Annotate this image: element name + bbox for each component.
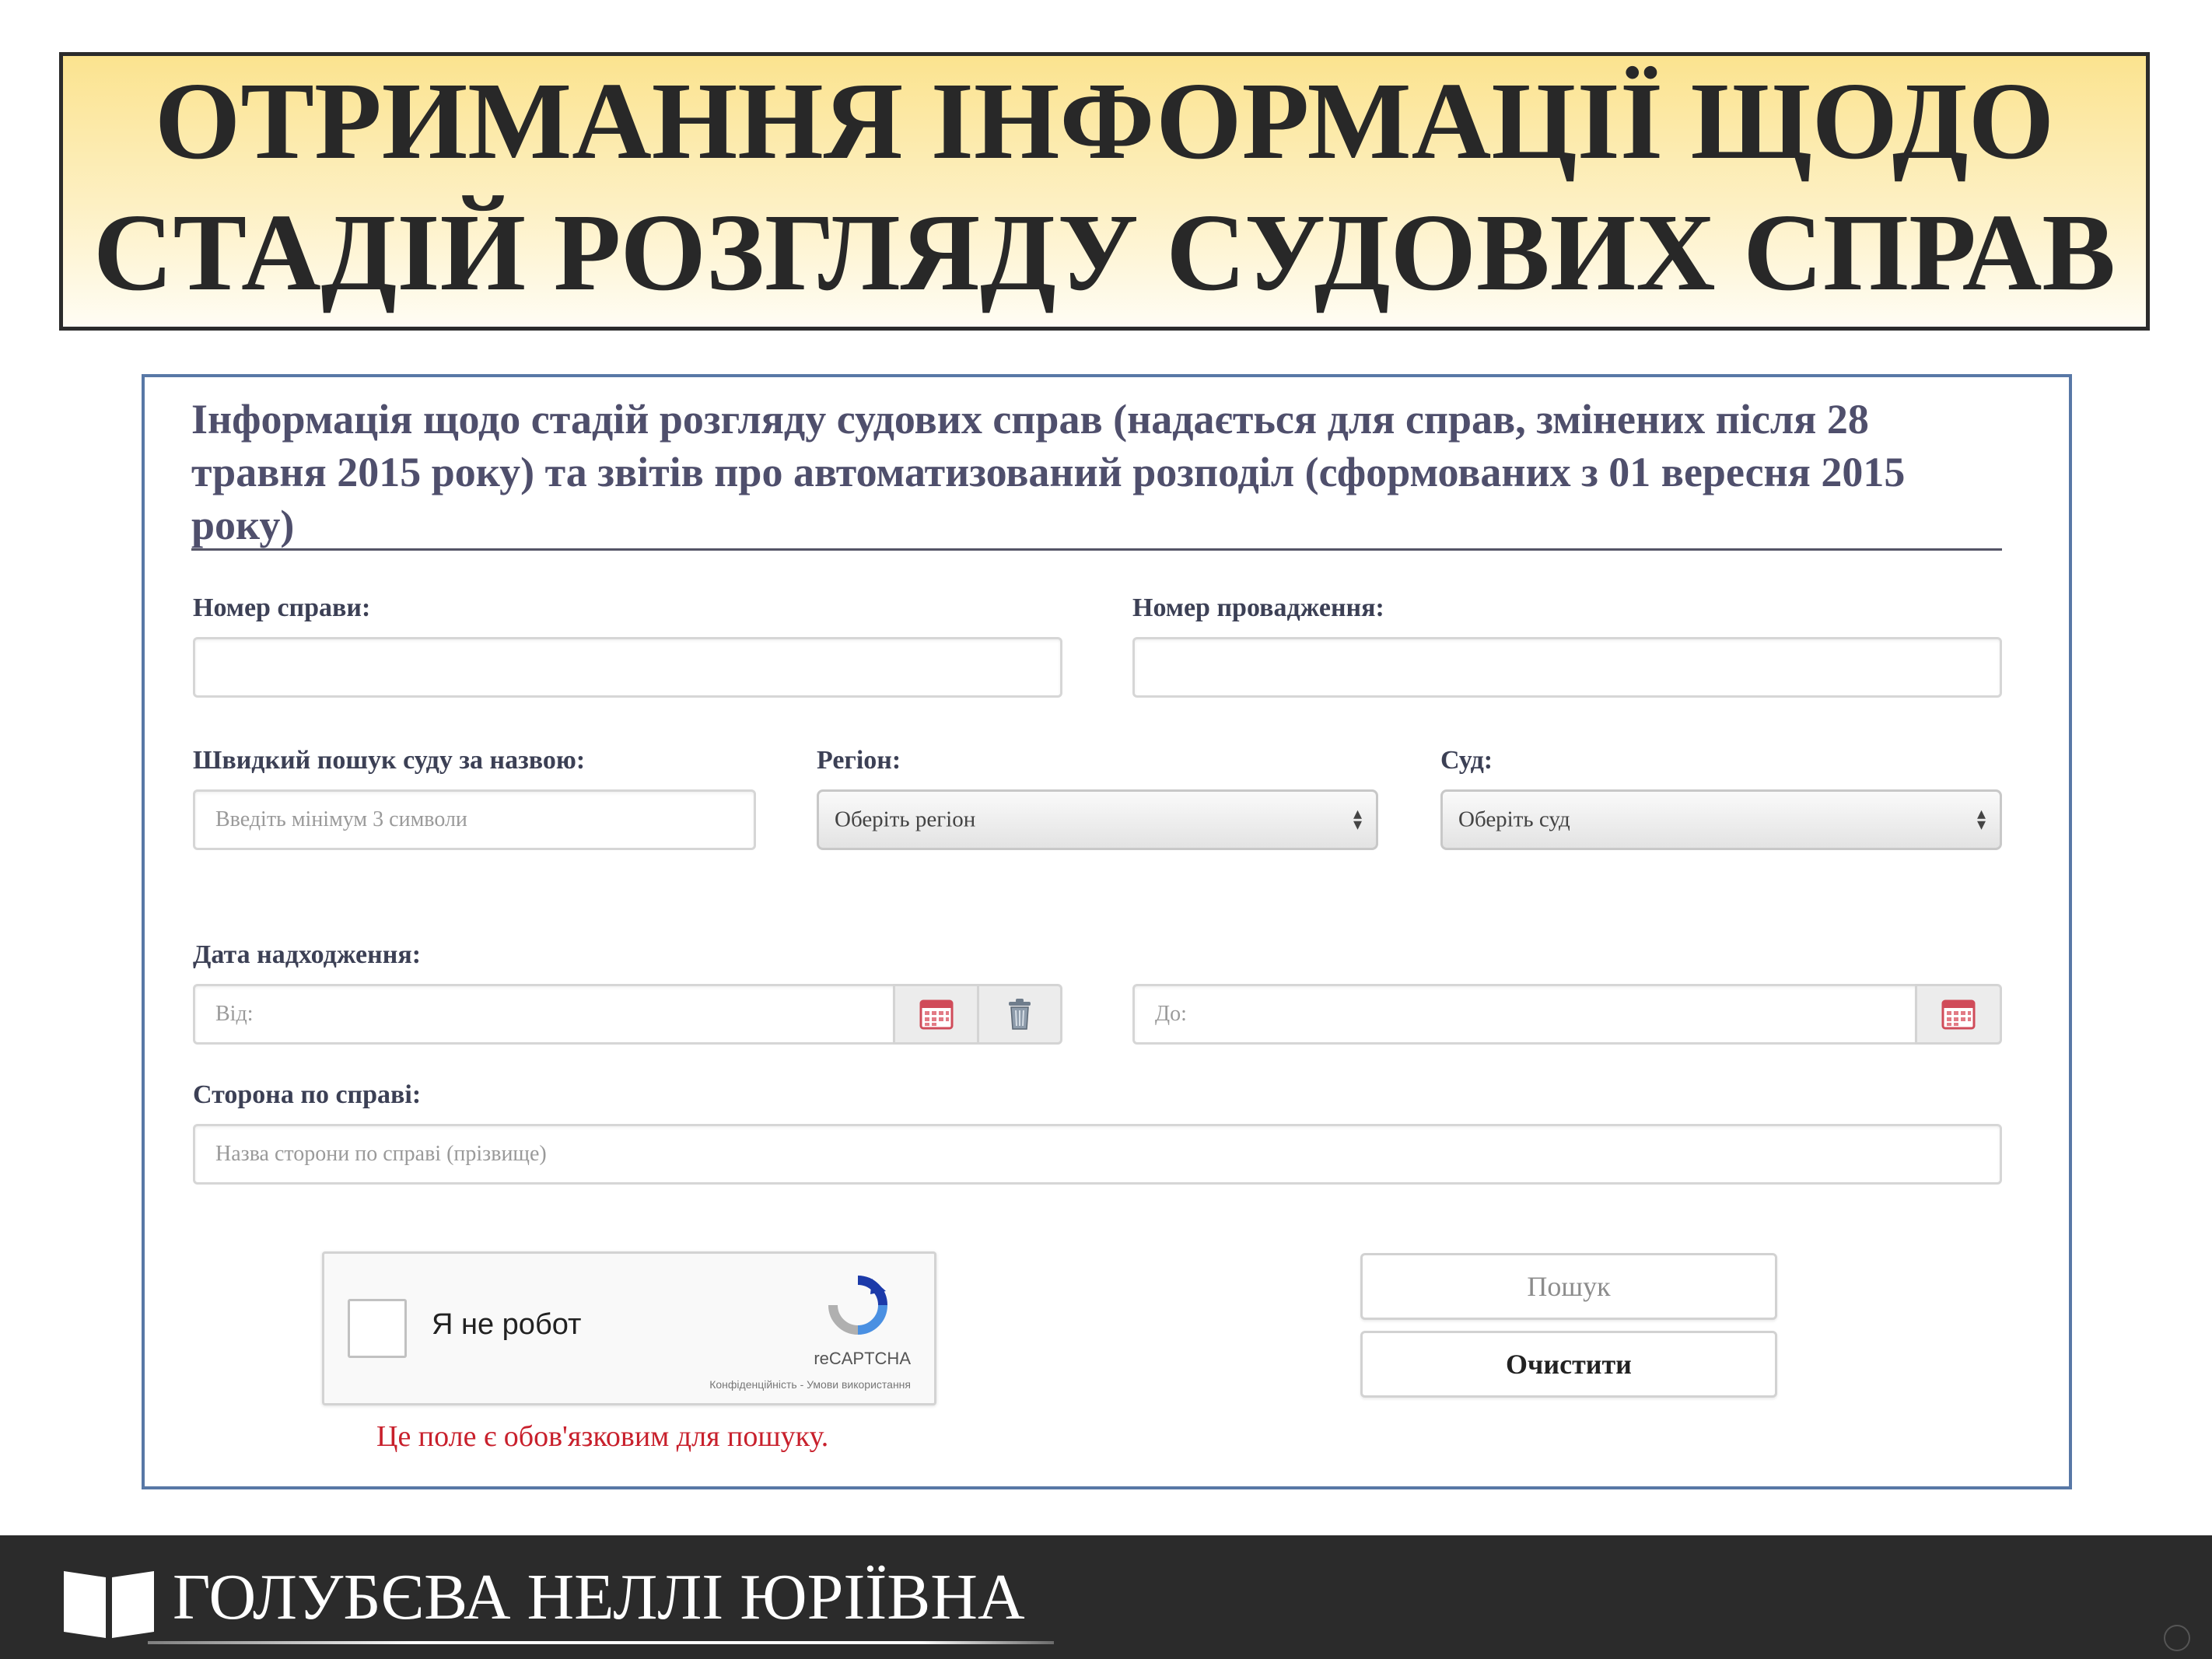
select-arrows-icon: ▴ ▾ [1976,804,1986,835]
region-selected-value: Оберіть регіон [835,807,976,832]
party-input[interactable]: Назва сторони по справі (прізвище) [193,1124,2002,1185]
region-label: Регіон: [817,746,901,775]
select-arrows-icon: ▴ ▾ [1353,804,1362,835]
court-selected-value: Оберіть суд [1458,807,1570,832]
recaptcha-checkbox[interactable] [348,1299,407,1358]
party-placeholder: Назва сторони по справі (прізвище) [215,1142,547,1166]
date-to-calendar-button[interactable] [1915,984,2002,1045]
clear-button[interactable]: Очистити [1360,1331,1777,1398]
recaptcha-label: Я не робот [432,1308,582,1341]
court-quick-search-placeholder: Введіть мінімум 3 символи [215,807,467,831]
recaptcha-brand: reCAPTCHA [814,1349,911,1368]
party-label: Сторона по справі: [193,1080,422,1109]
case-number-label: Номер справи: [193,593,371,622]
recaptcha-widget: Я не робот reCAPTCHA Конфіденційність - … [322,1251,936,1405]
recaptcha-logo-icon [828,1276,887,1335]
date-from-input[interactable]: Від: [193,984,896,1045]
date-to-placeholder: До: [1155,1002,1187,1026]
case-number-input[interactable] [193,637,1062,698]
court-quick-search-label: Швидкий пошук суду за назвою: [193,746,586,775]
corner-mark-icon [2164,1625,2190,1651]
court-select[interactable]: Оберіть суд ▴ ▾ [1440,789,2002,850]
form-heading: Інформація щодо стадій розгляду судових … [191,396,1906,548]
proceeding-number-label: Номер провадження: [1132,593,1384,622]
recaptcha-terms-link[interactable]: Конфіденційність - Умови використання [709,1378,911,1391]
title-banner: ОТРИМАННЯ ІНФОРМАЦІЇ ЩОДО СТАДІЙ РОЗГЛЯД… [59,52,2150,331]
page-title-line-2: СТАДІЙ РОЗГЛЯДУ СУДОВИХ СПРАВ [93,191,2116,313]
footer-bar: ГОЛУБЄВА НЕЛЛІ ЮРІЇВНА [0,1535,2212,1659]
date-from-clear-button[interactable] [977,984,1062,1045]
page-title-line-1: ОТРИМАННЯ ІНФОРМАЦІЇ ЩОДО [154,59,2055,182]
case-search-form: Інформація щодо стадій розгляду судових … [142,374,2072,1489]
search-button[interactable]: Пошук [1360,1253,1777,1320]
date-to-input[interactable]: До: [1132,984,1918,1045]
calendar-icon [919,999,954,1030]
book-icon [64,1571,154,1638]
footer-underline [148,1641,1054,1644]
court-quick-search-input[interactable]: Введіть мінімум 3 символи [193,789,756,850]
proceeding-number-input[interactable] [1132,637,2002,698]
date-from-calendar-button[interactable] [893,984,980,1045]
author-name: ГОЛУБЄВА НЕЛЛІ ЮРІЇВНА [173,1561,1025,1633]
date-from-placeholder: Від: [215,1002,254,1026]
receipt-date-label: Дата надходження: [193,940,422,969]
calendar-icon [1941,999,1976,1030]
region-select[interactable]: Оберіть регіон ▴ ▾ [817,789,1378,850]
trash-icon [1009,999,1031,1030]
required-field-error: Це поле є обов'язковим для пошуку. [376,1420,829,1453]
heading-divider [191,548,2002,551]
court-label: Суд: [1440,746,1493,775]
